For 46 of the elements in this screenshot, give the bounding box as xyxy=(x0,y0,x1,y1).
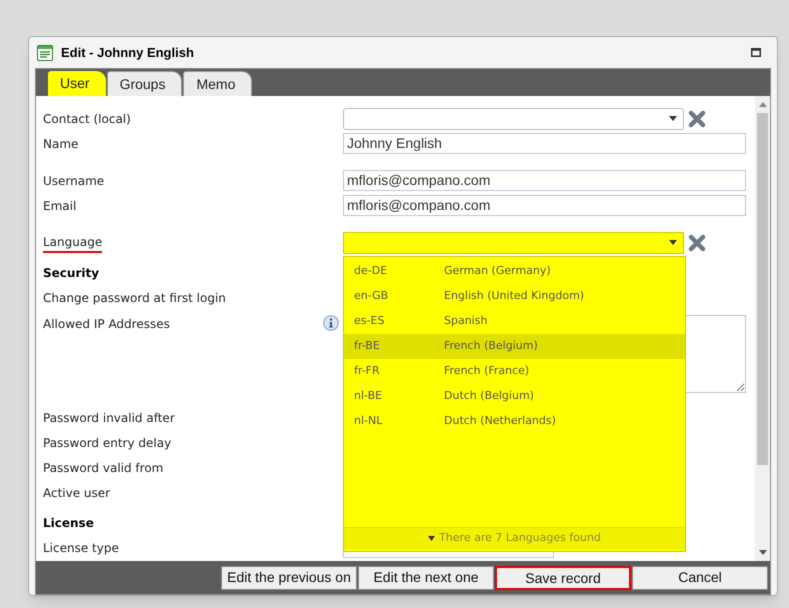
tab[interactable]: User xyxy=(48,71,106,96)
dropdown-option[interactable]: es-ES Spanish xyxy=(344,308,685,334)
field-label: Active user xyxy=(43,484,110,502)
scrollbar[interactable] xyxy=(755,96,770,561)
footer-button[interactable]: Save record xyxy=(495,566,631,590)
text-field[interactable]: mfloris@compano.com xyxy=(343,170,746,191)
field-label: Name xyxy=(43,136,78,152)
scroll-up-icon[interactable] xyxy=(758,102,766,107)
text-field[interactable]: Johnny English xyxy=(343,133,746,154)
select-field[interactable] xyxy=(343,108,684,130)
results-count: There are 7 Languages found xyxy=(344,526,685,548)
field-label: Username xyxy=(43,172,104,190)
caret-icon xyxy=(428,536,436,540)
field-label: Password entry delay xyxy=(43,434,172,452)
tab[interactable]: Groups xyxy=(106,71,182,96)
field-label: Password valid from xyxy=(43,460,164,476)
info-icon[interactable] xyxy=(323,315,339,331)
clear-icon[interactable] xyxy=(688,110,706,128)
dropdown-option[interactable]: de-DE German (Germany) xyxy=(344,258,685,284)
field-label: Language xyxy=(43,232,102,252)
field-label: License type xyxy=(43,540,119,556)
form-icon xyxy=(37,44,53,60)
section-heading: Security xyxy=(43,265,100,282)
field-label: Email xyxy=(43,198,76,214)
footer-button[interactable]: Edit the next one xyxy=(358,566,494,590)
scroll-down-icon[interactable] xyxy=(758,550,766,555)
footer-button[interactable]: Cancel xyxy=(632,566,768,590)
dropdown-option[interactable]: fr-FR French (France) xyxy=(344,358,685,384)
maximize-icon[interactable] xyxy=(751,48,761,57)
field-label: Change password at first login xyxy=(43,290,226,306)
text-field[interactable]: mfloris@compano.com xyxy=(343,195,746,216)
select-field[interactable] xyxy=(343,232,684,254)
dropdown-option[interactable]: nl-NL Dutch (Netherlands) xyxy=(344,408,685,434)
field-label: Password invalid after xyxy=(43,410,175,426)
footer-button[interactable]: Edit the previous on xyxy=(221,566,357,590)
tab[interactable]: Memo xyxy=(183,71,252,96)
caret-icon[interactable] xyxy=(669,116,677,121)
dropdown-option[interactable]: en-GB English (United Kingdom) xyxy=(344,284,685,308)
field-label: Allowed IP Addresses xyxy=(43,316,170,333)
window-title: Edit - Johnny English xyxy=(61,44,194,62)
field-label: Contact (local) xyxy=(43,110,131,128)
clear-icon[interactable] xyxy=(688,234,706,252)
dropdown-option[interactable]: nl-BE Dutch (Belgium) xyxy=(344,384,685,408)
section-heading: License xyxy=(43,515,94,532)
caret-icon[interactable] xyxy=(669,240,677,245)
dropdown-option[interactable]: fr-BE French (Belgium) xyxy=(344,334,685,358)
